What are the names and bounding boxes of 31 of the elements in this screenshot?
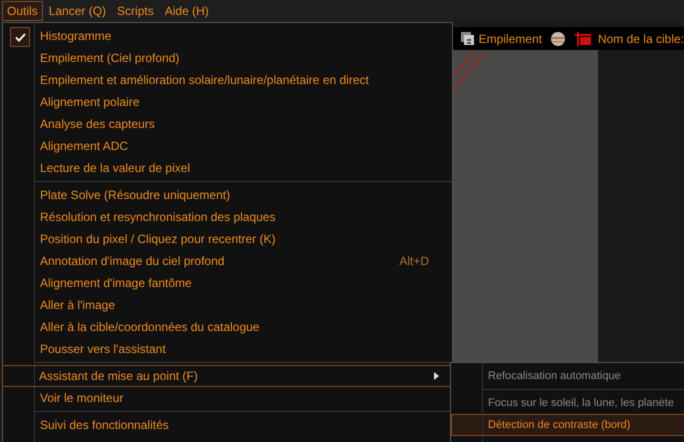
menu-item[interactable]: Empilement et amélioration solaire/lunaire/planétaire en direct [3,69,452,91]
menu-bar-item[interactable]: Outils [2,1,43,21]
planet-icon[interactable] [550,30,566,46]
menu-item[interactable]: Résolution et resynchronisation des plaques [3,206,452,228]
menu-item[interactable]: Alignement polaire [3,91,452,113]
submenu-arrow-icon [434,372,439,380]
submenu-item[interactable]: Détection de contraste (bord) [451,414,684,436]
menu-item[interactable]: Suivi des fonctionnalités [3,414,452,436]
shortcut-label: Alt+D [399,253,429,270]
menu-item[interactable]: Empilement (Ciel profond) [3,47,452,69]
menu-item[interactable]: Pousser vers l'assistant [3,338,452,360]
menu-item[interactable]: Lecture de la valeur de pixel [3,157,452,179]
menu-bar-item[interactable]: Scripts [112,1,159,21]
menu-bar-item[interactable]: Lancer (Q) [44,1,112,21]
menu-item[interactable]: Assistant de mise au point (F) [2,365,452,387]
menu-item[interactable]: Annotation d'image du ciel profond Alt+D [3,250,452,272]
menu-item[interactable]: Plate Solve (Résoudre uniquement) [3,184,452,206]
menu-bar-item[interactable]: Aide (H) [160,1,214,21]
menu-item[interactable]: Voir le moniteur [3,387,452,409]
menu-item[interactable]: Position du pixel / Cliquez pour recentrer (K) [3,228,452,250]
target-icon[interactable] [574,32,592,46]
stack-label[interactable]: Empilement [478,30,542,48]
menu-item[interactable]: Aller à la cible/coordonnées du catalogue [3,316,452,338]
menu-item[interactable]: Analyse des capteurs [3,113,452,135]
menu-item[interactable]: Aller à l'image [3,294,452,316]
menu-item[interactable]: Alignement ADC [3,135,452,157]
diagonal-line-drawing [452,50,483,90]
menu-item[interactable]: Histogramme [3,25,452,47]
stack-icon[interactable] [460,32,475,46]
menu-item[interactable]: Alignement d'image fantôme [3,272,452,294]
target-name-label: Nom de la cible: [598,30,684,48]
